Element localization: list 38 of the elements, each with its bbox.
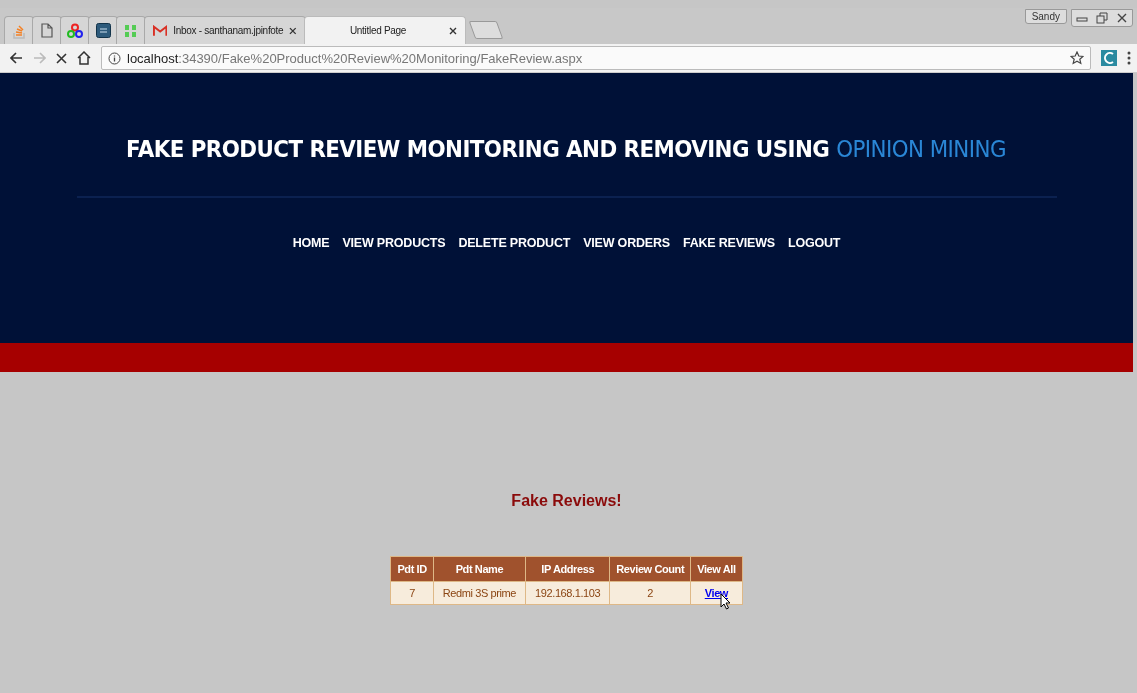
address-bar[interactable]: localhost:34390/Fake%20Product%20Review%20Monitoring/FakeReview.aspx bbox=[101, 46, 1091, 70]
column-header: Pdt Name bbox=[433, 556, 526, 582]
table-cell: 7 bbox=[390, 581, 434, 605]
site-title: FAKE PRODUCT REVIEW MONITORING AND REMOVING USING OPINION MINING bbox=[126, 136, 1007, 162]
grid-icon bbox=[124, 23, 138, 38]
mail-icon bbox=[153, 24, 168, 37]
browser-tab[interactable]: Untitled Page bbox=[304, 16, 466, 44]
profile-button[interactable]: Sandy bbox=[1024, 9, 1067, 24]
nav-link[interactable]: VIEW ORDERS bbox=[583, 236, 670, 250]
extension-icon[interactable] bbox=[1101, 50, 1117, 66]
section-heading: Fake Reviews! bbox=[511, 492, 622, 510]
browser-tab[interactable] bbox=[88, 16, 118, 44]
stop-icon[interactable] bbox=[56, 52, 67, 64]
square-icon bbox=[95, 23, 111, 38]
close-tab-icon[interactable] bbox=[289, 26, 297, 35]
stack-icon bbox=[12, 22, 26, 39]
close-icon[interactable] bbox=[1116, 12, 1128, 24]
column-header: Review Count bbox=[609, 556, 691, 582]
info-icon bbox=[108, 51, 121, 65]
nav-link[interactable]: FAKE REVIEWS bbox=[682, 236, 775, 250]
nav-link[interactable]: HOME bbox=[292, 236, 330, 250]
restore-icon[interactable] bbox=[1096, 12, 1108, 24]
page-icon bbox=[41, 23, 53, 38]
back-icon[interactable] bbox=[10, 52, 23, 64]
menu-icon[interactable] bbox=[1127, 51, 1131, 65]
column-header: View All bbox=[690, 556, 743, 582]
browser-tab[interactable]: Inbox - santhanam.jpinfote bbox=[144, 16, 306, 44]
browser-tab[interactable] bbox=[60, 16, 90, 44]
column-header: Pdt ID bbox=[390, 556, 434, 582]
column-header: IP Address bbox=[525, 556, 610, 582]
close-tab-icon[interactable] bbox=[449, 26, 457, 35]
home-icon[interactable] bbox=[77, 51, 91, 65]
nav-link[interactable]: DELETE PRODUCT bbox=[458, 236, 571, 250]
nav-link[interactable]: VIEW PRODUCTS bbox=[342, 236, 446, 250]
nav-link[interactable]: LOGOUT bbox=[787, 236, 841, 250]
star-icon[interactable] bbox=[1070, 51, 1084, 65]
rings-icon bbox=[67, 22, 83, 39]
url-text: localhost:34390/Fake%20Product%20Review%20Monitoring/FakeReview.aspx bbox=[127, 50, 583, 66]
